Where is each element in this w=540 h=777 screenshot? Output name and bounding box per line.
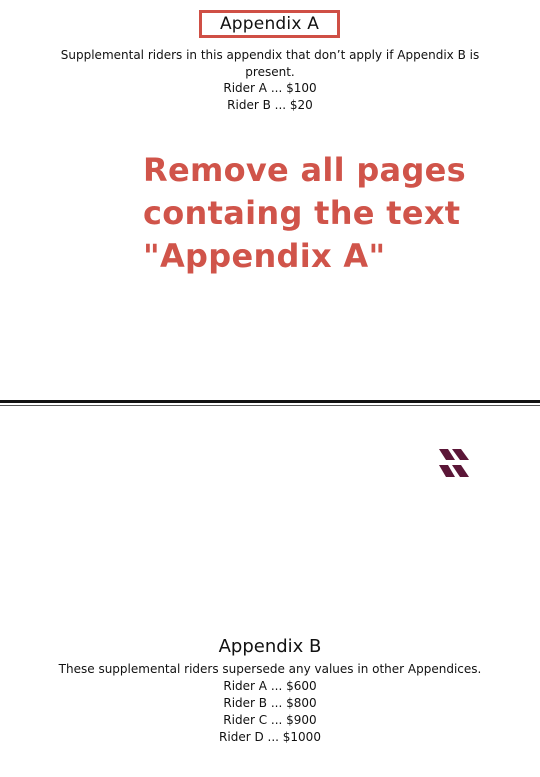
- appendix-b-rider-b: Rider B ... $800: [223, 696, 317, 710]
- instruction-line-2: containg the text: [143, 194, 461, 232]
- page-top: Appendix A Supplemental riders in this a…: [0, 0, 540, 400]
- logo-shape-bottom-left: [439, 465, 455, 477]
- appendix-a-description: Supplemental riders in this appendix tha…: [60, 48, 480, 79]
- logo-shape-bottom-right: [452, 465, 469, 477]
- appendix-b-rider-a: Rider A ... $600: [223, 679, 317, 693]
- logo-shape-top-left: [439, 449, 455, 460]
- appendix-b-rider-c: Rider C ... $900: [223, 713, 317, 727]
- page-separator-top: [0, 400, 540, 403]
- appendix-b-title: Appendix B: [218, 636, 322, 657]
- appendix-a-title: Appendix A: [219, 14, 320, 34]
- instruction-line-3: "Appendix A": [143, 237, 386, 275]
- appendix-a-riders: Rider A ... $100 Rider B ... $20: [0, 80, 540, 114]
- instruction-note: Remove all pages containg the text "Appe…: [143, 149, 503, 278]
- appendix-b-rider-d: Rider D ... $1000: [219, 730, 321, 744]
- appendix-b-riders: Rider A ... $600 Rider B ... $800 Rider …: [0, 678, 540, 746]
- appendix-a-rider-b: Rider B ... $20: [227, 98, 313, 112]
- appendix-a-title-box: Appendix A: [199, 10, 340, 38]
- appendix-b-description: These supplemental riders supersede any …: [58, 662, 482, 676]
- four-parallelogram-logo-icon: [439, 449, 469, 477]
- logo-shape-top-right: [452, 449, 469, 460]
- instruction-line-1: Remove all pages: [143, 151, 467, 189]
- page-separator-bottom: [0, 405, 540, 406]
- appendix-a-rider-a: Rider A ... $100: [223, 81, 317, 95]
